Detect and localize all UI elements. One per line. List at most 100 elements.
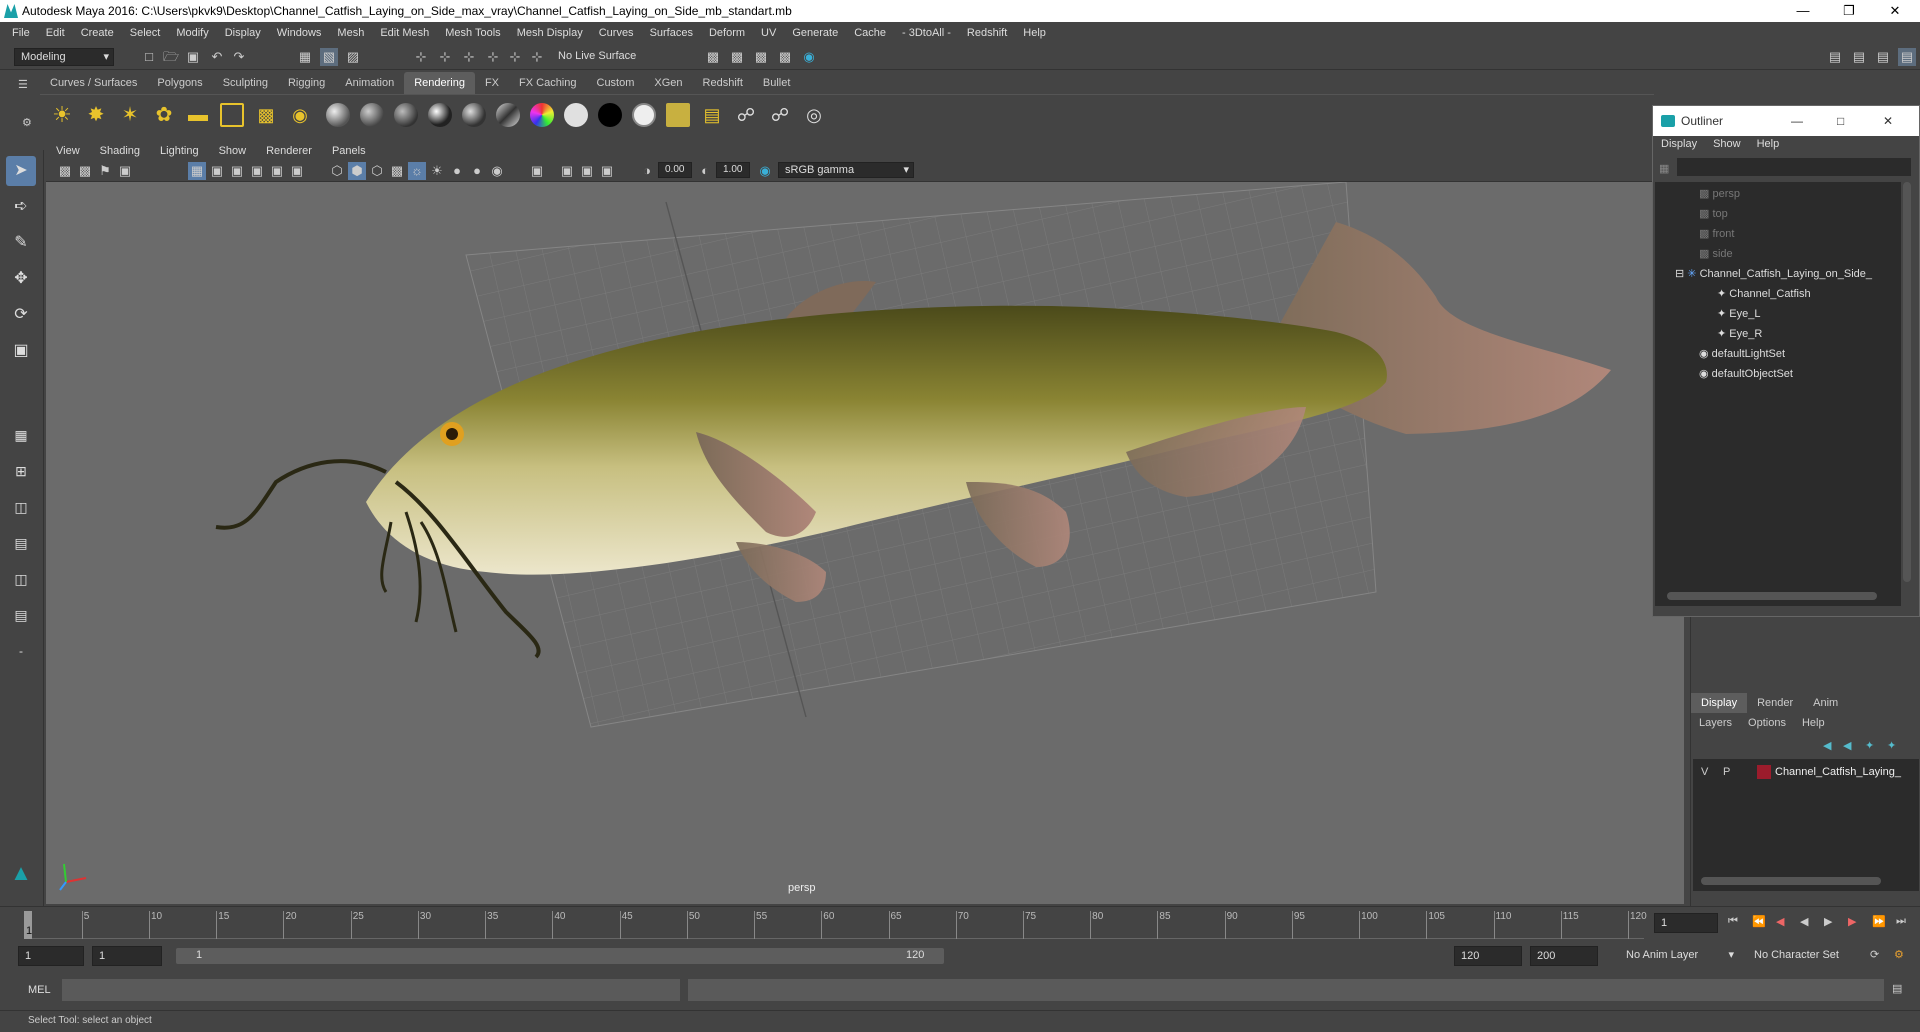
collapse-icon[interactable]: ⊟: [1675, 268, 1687, 280]
menu-mesh-display[interactable]: Mesh Display: [509, 27, 591, 39]
layout-extra-icon[interactable]: ▤: [6, 600, 36, 630]
menu-curves[interactable]: Curves: [591, 27, 642, 39]
step-forward-icon[interactable]: ⏩: [1872, 915, 1886, 928]
render-view-icon[interactable]: ▩: [704, 48, 722, 66]
outliner-menu-display[interactable]: Display: [1653, 138, 1705, 156]
outliner-horizontal-scrollbar[interactable]: [1667, 592, 1877, 600]
tab-xgen[interactable]: XGen: [644, 72, 692, 94]
panel-menu-view[interactable]: View: [46, 145, 90, 157]
gamma-field[interactable]: 1.00: [716, 162, 750, 178]
panel-menu-lighting[interactable]: Lighting: [150, 145, 209, 157]
safe-action-icon[interactable]: ▣: [288, 162, 306, 180]
field-chart-icon[interactable]: ▣: [268, 162, 286, 180]
outliner-vertical-scrollbar[interactable]: [1903, 182, 1911, 582]
shadows-icon[interactable]: ☀: [428, 162, 446, 180]
batch-render-icon[interactable]: ▤: [700, 103, 724, 127]
surface-shader-black-icon[interactable]: [598, 103, 622, 127]
film-gate-icon[interactable]: ▣: [208, 162, 226, 180]
outliner-item-default-light-set[interactable]: ◉ defaultLightSet: [1699, 344, 1785, 364]
four-view-layout-icon[interactable]: ⊞: [6, 456, 36, 486]
wireframe-on-shaded-icon[interactable]: ⬡: [368, 162, 386, 180]
script-editor-icon[interactable]: ▤: [1892, 982, 1902, 995]
restore-icon[interactable]: ❐: [1826, 0, 1872, 22]
channel-box-icon[interactable]: ▤: [1898, 48, 1916, 66]
close-icon[interactable]: ✕: [1872, 0, 1918, 22]
new-layer-selected-icon[interactable]: ✦: [1887, 739, 1896, 752]
current-frame-field[interactable]: 1: [1654, 913, 1718, 933]
time-slider[interactable]: 1 5 10 15 20 25 30 35 40 45 50 55 60 65 70 75 80 85 90 95 1…: [0, 906, 1920, 942]
directional-light-icon[interactable]: ✸: [84, 103, 108, 127]
new-layer-icon[interactable]: ✦: [1865, 739, 1874, 752]
smooth-shade-icon[interactable]: ⬢: [348, 162, 366, 180]
color-space-dropdown[interactable]: sRGB gamma ▾: [778, 162, 914, 178]
menu-redshift[interactable]: Redshift: [959, 27, 1015, 39]
anisotropic-material-icon[interactable]: [462, 103, 486, 127]
outliner-item-eye-l[interactable]: ✦ Eye_L: [1717, 304, 1760, 324]
tab-fx-caching[interactable]: FX Caching: [509, 72, 586, 94]
command-input[interactable]: [62, 979, 680, 1001]
camera-aim-icon[interactable]: ◉: [288, 103, 312, 127]
menu-windows[interactable]: Windows: [269, 27, 330, 39]
panel-menu-shading[interactable]: Shading: [90, 145, 150, 157]
lasso-tool-icon[interactable]: ➪: [6, 192, 36, 222]
outliner-item-group[interactable]: ⊟ ✳ Channel_Catfish_Laying_on_Side_: [1675, 264, 1872, 284]
outliner-filter-icon[interactable]: ▦: [1659, 162, 1669, 175]
point-light-icon[interactable]: ✶: [118, 103, 142, 127]
outliner-maximize-icon[interactable]: □: [1837, 106, 1844, 136]
tab-fx[interactable]: FX: [475, 72, 509, 94]
outliner-close-icon[interactable]: ✕: [1883, 106, 1893, 136]
mode-dropdown[interactable]: Modeling ▾: [14, 48, 114, 66]
play-backward-icon[interactable]: ◀: [1800, 915, 1808, 928]
spot-light-icon[interactable]: ✿: [152, 103, 176, 127]
layer-color-swatch[interactable]: [1757, 765, 1771, 779]
range-slider-bar[interactable]: 1 120: [176, 948, 944, 964]
anim-layer-dropdown[interactable]: No Anim Layer ▾: [1620, 946, 1738, 966]
step-back-icon[interactable]: ⏪: [1752, 915, 1766, 928]
tool-settings-icon[interactable]: ▤: [1874, 48, 1892, 66]
live-surface-field[interactable]: No Live Surface: [552, 48, 652, 66]
scale-tool-icon[interactable]: ▣: [6, 336, 36, 366]
outliner-menu-show[interactable]: Show: [1705, 138, 1749, 156]
move-tool-icon[interactable]: ✥: [6, 264, 36, 294]
move-layer-down-icon[interactable]: ◀: [1843, 739, 1851, 752]
xray-icon[interactable]: ▣: [558, 162, 576, 180]
command-language-label[interactable]: MEL: [28, 984, 51, 996]
textured-icon[interactable]: ▩: [388, 162, 406, 180]
layered-shader-icon[interactable]: [530, 103, 554, 127]
move-layer-up-icon[interactable]: ◀: [1823, 739, 1831, 752]
maya-home-icon[interactable]: ▲: [6, 858, 36, 888]
ambient-occlusion-icon[interactable]: ●: [448, 162, 466, 180]
anim-end-field[interactable]: 120: [1454, 946, 1522, 966]
outliner-item-top[interactable]: ▩ top: [1699, 204, 1728, 224]
gate-mask-icon[interactable]: ▣: [248, 162, 266, 180]
gamma-icon[interactable]: ◐: [696, 162, 714, 180]
new-scene-icon[interactable]: □: [140, 48, 158, 66]
outliner-item-default-object-set[interactable]: ◉ defaultObjectSet: [1699, 364, 1793, 384]
select-object-icon[interactable]: ▧: [320, 48, 338, 66]
menu-cache[interactable]: Cache: [846, 27, 894, 39]
hypershade-icon[interactable]: ◉: [800, 48, 818, 66]
snap-curve-icon[interactable]: ⊹: [436, 48, 454, 66]
select-hierarchy-icon[interactable]: ▦: [296, 48, 314, 66]
redo-icon[interactable]: ↷: [230, 48, 248, 66]
menu-3dtoall[interactable]: - 3DtoAll -: [894, 27, 959, 39]
phonge-material-icon[interactable]: [428, 103, 452, 127]
isolate-select-icon[interactable]: ▣: [528, 162, 546, 180]
menu-modify[interactable]: Modify: [168, 27, 216, 39]
ipr-render-icon[interactable]: ▩: [752, 48, 770, 66]
render-layers-icon[interactable]: [666, 103, 690, 127]
menu-surfaces[interactable]: Surfaces: [642, 27, 701, 39]
panel-menu-show[interactable]: Show: [209, 145, 257, 157]
collapse-toolbox-icon[interactable]: -: [6, 636, 36, 666]
go-to-end-icon[interactable]: ⏭: [1896, 915, 1906, 928]
undo-icon[interactable]: ↶: [208, 48, 226, 66]
layer-playback-toggle[interactable]: P: [1723, 763, 1730, 781]
outliner-item-eye-r[interactable]: ✦ Eye_R: [1717, 324, 1762, 344]
exposure-field[interactable]: 0.00: [658, 162, 692, 178]
snap-live-icon[interactable]: ⊹: [528, 48, 546, 66]
image-plane-icon[interactable]: ▣: [116, 162, 134, 180]
snap-surface-icon[interactable]: ⊹: [506, 48, 524, 66]
surface-shader-white-icon[interactable]: [564, 103, 588, 127]
tab-curves-surfaces[interactable]: Curves / Surfaces: [40, 72, 147, 94]
motion-blur-icon[interactable]: ●: [468, 162, 486, 180]
